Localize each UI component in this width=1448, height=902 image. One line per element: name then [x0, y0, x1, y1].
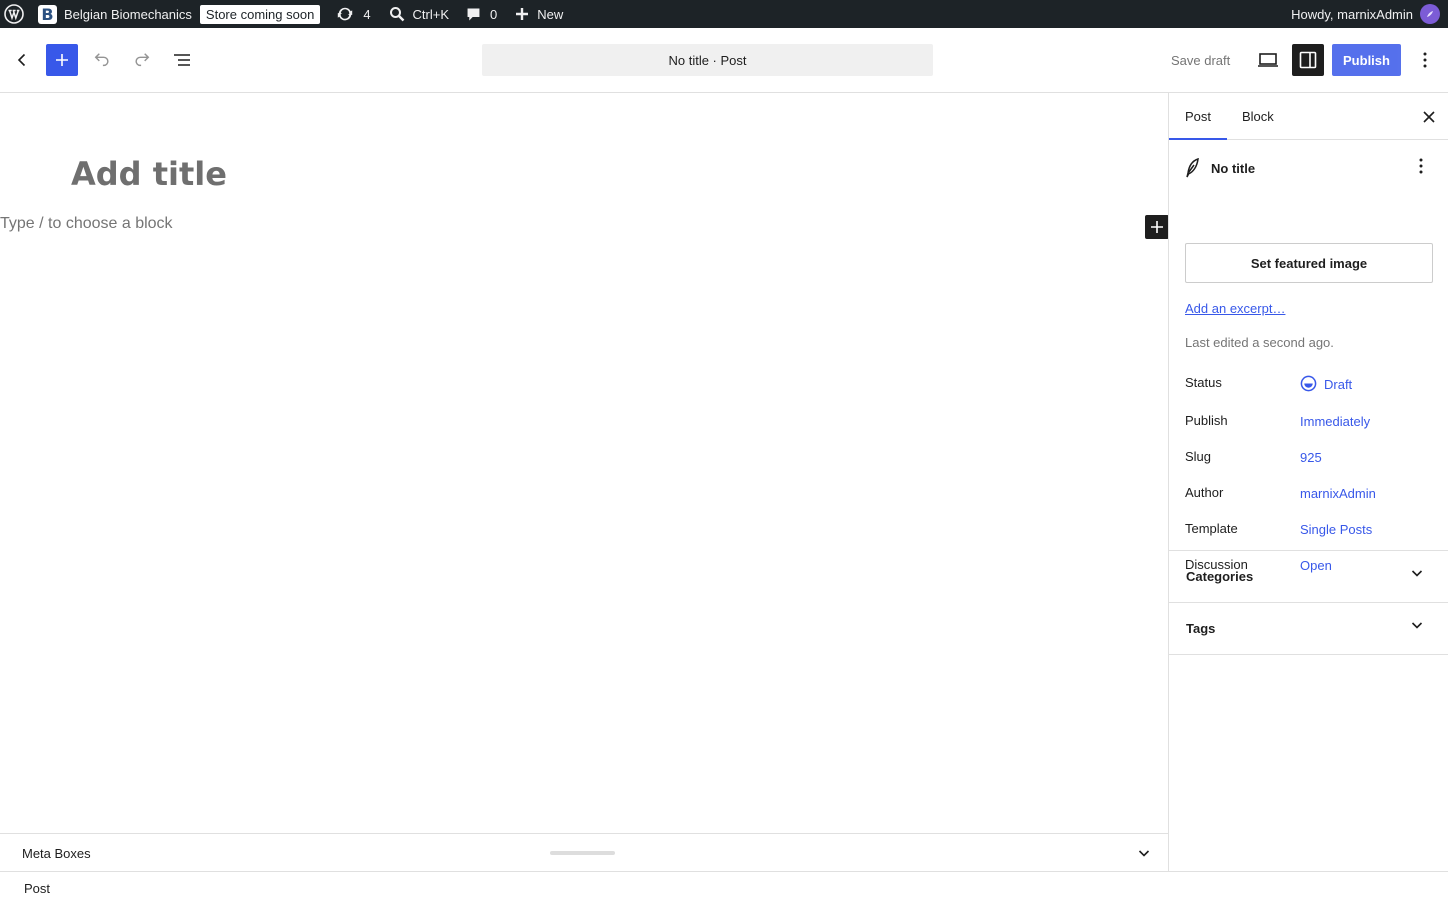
preview-button[interactable]: [1252, 44, 1284, 76]
post-card-panel: No title Set featured image Add an excer…: [1169, 140, 1448, 573]
tab-block[interactable]: Block: [1226, 93, 1290, 140]
block-breadcrumb[interactable]: Post: [24, 881, 50, 896]
categories-panel-title: Categories: [1186, 569, 1254, 584]
post-card-title: No title: [1211, 160, 1256, 176]
post-actions-button[interactable]: [1409, 154, 1433, 178]
updates-count: 4: [363, 6, 371, 22]
draft-status-icon: [1300, 375, 1317, 392]
redo-button[interactable]: [126, 44, 158, 76]
template-label: Template: [1185, 521, 1238, 536]
block-inserter-button[interactable]: [46, 44, 78, 76]
close-icon: [1423, 111, 1435, 123]
document-title-bar[interactable]: No title · Post: [482, 44, 933, 76]
avatar: [1420, 4, 1440, 24]
chevron-down-icon: [1411, 570, 1423, 577]
store-coming-soon-badge[interactable]: Store coming soon: [199, 0, 328, 28]
last-edited-text: Last edited a second ago.: [1185, 335, 1334, 350]
author-label: Author: [1185, 485, 1224, 500]
post-title-input[interactable]: Add title: [71, 155, 227, 193]
close-sidebar-button[interactable]: [1417, 105, 1441, 129]
plus-icon: [1151, 221, 1163, 233]
editor-footer: Post: [0, 871, 1448, 902]
summary-row-publish: Publish Immediately: [1185, 413, 1433, 433]
options-button[interactable]: [1409, 44, 1441, 76]
tags-toggle[interactable]: [1409, 617, 1425, 638]
my-account-link[interactable]: Howdy, marnixAdmin: [1283, 0, 1448, 28]
comments-link[interactable]: 0: [457, 0, 505, 28]
back-button[interactable]: [6, 44, 38, 76]
categories-panel[interactable]: Categories: [1169, 551, 1448, 603]
chevron-left-icon: [17, 53, 26, 67]
site-name-link[interactable]: B Belgian Biomechanics: [30, 0, 200, 28]
chevron-down-icon: [1138, 850, 1150, 857]
settings-sidebar: Post Block No title Set featured image A…: [1168, 93, 1448, 871]
categories-toggle[interactable]: [1409, 565, 1425, 586]
undo-icon: [94, 53, 109, 67]
post-card-header: No title: [1185, 158, 1255, 178]
set-featured-image-button[interactable]: Set featured image: [1185, 243, 1433, 283]
editor-header: No title · Post Save draft Publish: [0, 28, 1448, 93]
updates-icon: [338, 7, 353, 21]
status-value: Draft: [1324, 376, 1353, 392]
summary-row-template: Template Single Posts: [1185, 521, 1433, 541]
add-excerpt-link[interactable]: Add an excerpt…: [1185, 301, 1285, 316]
desktop-preview-icon: [1258, 53, 1278, 67]
document-overview-button[interactable]: [166, 44, 198, 76]
meta-boxes-toggle[interactable]: [1136, 845, 1152, 866]
document-title: No title · Post: [668, 52, 747, 68]
tags-panel[interactable]: Tags: [1169, 603, 1448, 655]
summary-row-status: Status Draft: [1185, 375, 1433, 395]
wordpress-logo-icon[interactable]: [0, 0, 30, 28]
search-icon: [389, 7, 404, 22]
meta-boxes-label: Meta Boxes: [22, 846, 91, 861]
command-search-link[interactable]: Ctrl+K: [379, 0, 457, 28]
plus-icon: [516, 8, 529, 20]
slug-dropdown[interactable]: 925: [1300, 450, 1322, 465]
status-dropdown[interactable]: Draft: [1300, 375, 1353, 392]
summary-row-author: Author marnixAdmin: [1185, 485, 1433, 505]
feather-avatar-icon: [1427, 11, 1433, 17]
more-vertical-icon: [1423, 52, 1427, 68]
site-name: Belgian Biomechanics: [64, 6, 192, 22]
store-badge-label: Store coming soon: [199, 4, 321, 24]
new-label: New: [537, 6, 564, 22]
author-dropdown[interactable]: marnixAdmin: [1300, 486, 1376, 501]
new-content-link[interactable]: New: [505, 0, 571, 28]
more-vertical-icon: [1419, 158, 1423, 174]
sidebar-tabs: Post Block: [1169, 93, 1448, 140]
tab-post[interactable]: Post: [1169, 93, 1227, 140]
publish-date-dropdown[interactable]: Immediately: [1300, 414, 1370, 429]
plus-icon: [56, 54, 68, 66]
comments-count: 0: [490, 6, 498, 22]
admin-bar: B Belgian Biomechanics Store coming soon…: [0, 0, 1448, 28]
publish-label: Publish: [1185, 413, 1228, 428]
search-shortcut: Ctrl+K: [412, 6, 450, 22]
tags-panel-title: Tags: [1186, 621, 1216, 636]
publish-button[interactable]: Publish: [1332, 44, 1401, 76]
sidebar-icon: [1299, 51, 1317, 69]
undo-button[interactable]: [86, 44, 118, 76]
meta-boxes-panel: Meta Boxes: [0, 833, 1168, 871]
site-logo-icon: B: [38, 4, 57, 24]
chevron-down-icon: [1411, 622, 1423, 629]
add-block-button[interactable]: [1145, 215, 1169, 239]
slug-label: Slug: [1185, 449, 1212, 464]
settings-sidebar-toggle[interactable]: [1292, 44, 1324, 76]
default-block-appender[interactable]: Type / to choose a block: [0, 215, 173, 233]
status-label: Status: [1185, 375, 1222, 390]
howdy-greeting: Howdy, marnixAdmin: [1291, 6, 1413, 22]
meta-boxes-resize-handle[interactable]: [550, 851, 615, 855]
summary-row-slug: Slug 925: [1185, 449, 1433, 469]
comment-icon: [467, 8, 480, 20]
updates-link[interactable]: 4: [328, 0, 378, 28]
template-dropdown[interactable]: Single Posts: [1300, 522, 1372, 537]
post-feather-icon: [1186, 158, 1199, 178]
redo-icon: [135, 53, 150, 67]
save-draft-button[interactable]: Save draft: [1163, 44, 1238, 76]
editor-canvas: Add title Type / to choose a block: [0, 93, 1169, 833]
list-view-icon: [174, 54, 190, 66]
